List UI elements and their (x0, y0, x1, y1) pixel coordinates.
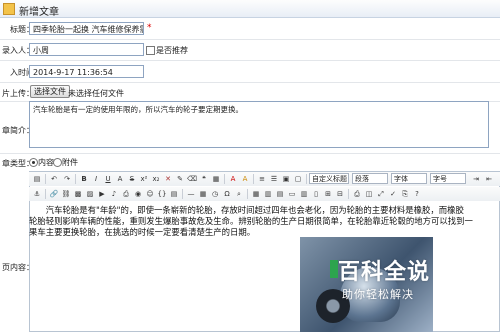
clear-doc-icon[interactable]: ▢ (293, 174, 303, 184)
bold-icon[interactable]: B (79, 174, 89, 184)
toolbar-separator (224, 174, 225, 184)
pasteplain-icon[interactable]: ▦ (211, 174, 221, 184)
font-family-dropdown[interactable]: 字体 (391, 173, 427, 184)
row-divider (0, 39, 500, 40)
music-icon[interactable]: ♪ (109, 189, 119, 199)
ordered-list-icon[interactable]: ≡ (257, 174, 267, 184)
watermark-logo: 百科全说 助你轻松解决 (330, 254, 480, 314)
editor-toolbar-row-1: ▤ ↶ ↷ B I U A S x² x₂ ✕ ✎ ⌫ ❝ ▦ A A ≡ ☰ … (29, 172, 500, 186)
video-icon[interactable]: ▶ (97, 189, 107, 199)
attachment-icon[interactable]: ⎙ (121, 189, 131, 199)
delete-row-icon[interactable]: ▭ (287, 189, 297, 199)
multi-image-icon[interactable]: ▨ (85, 189, 95, 199)
italic-icon[interactable]: I (91, 174, 101, 184)
map-icon[interactable]: ◉ (133, 189, 143, 199)
redo-icon[interactable]: ↷ (62, 174, 72, 184)
template-icon[interactable]: ▤ (169, 189, 179, 199)
image-label: 片上传： (2, 89, 34, 98)
recommend-label: 是否推荐 (156, 46, 188, 55)
content-line-2: 轮胎轻则影响车辆的性能，重则发生爆胎事故危及生命。辨别轮胎的生产日期很简单，在轮… (29, 216, 473, 226)
anchor-icon[interactable]: ⚓ (32, 189, 42, 199)
date-icon[interactable]: ▦ (198, 189, 208, 199)
undo-icon[interactable]: ↶ (49, 174, 59, 184)
watermark-badge-icon (330, 260, 338, 278)
time-input[interactable]: 2014-9-17 11:36:54 (29, 65, 144, 78)
window-titlebar: 新增文章 (0, 0, 500, 18)
row-divider (0, 60, 500, 61)
strikethrough-icon[interactable]: S (127, 174, 137, 184)
choose-file-button[interactable]: 选择文件 (30, 85, 70, 98)
type-attachment-label: 附件 (62, 158, 78, 167)
author-input[interactable]: 小周 (29, 43, 144, 56)
code-icon[interactable]: {} (157, 189, 167, 199)
content-line-1: 汽车轮胎是有"年龄"的，即使一条崭新的轮胎，存放时间超过四年也会老化，因为轮胎的… (45, 205, 464, 215)
remove-format-icon[interactable]: ✕ (163, 174, 173, 184)
spellcheck-icon[interactable]: ✓ (388, 189, 398, 199)
toolbar-separator (45, 189, 46, 199)
window-title: 新增文章 (19, 7, 59, 18)
required-mark: * (147, 23, 152, 33)
type-content-radio[interactable] (29, 158, 38, 167)
toolbar-separator (45, 174, 46, 184)
watermark-title: 百科全说 (338, 260, 431, 285)
drafts-icon[interactable]: ⎘ (400, 189, 410, 199)
format-painter-icon[interactable]: ✎ (175, 174, 185, 184)
no-file-label: 未选择任何文件 (68, 89, 124, 98)
blockquote-icon[interactable]: ❝ (199, 174, 209, 184)
help-icon[interactable]: ? (412, 189, 422, 199)
highlight-color-icon[interactable]: A (240, 174, 250, 184)
print-icon[interactable]: ⎙ (352, 189, 362, 199)
fullscreen-icon[interactable]: ⤢ (376, 189, 386, 199)
direction-ltr-icon[interactable]: ⇥ (471, 174, 481, 184)
unordered-list-icon[interactable]: ☰ (269, 174, 279, 184)
type-attachment-radio[interactable] (53, 158, 62, 167)
split-cells-icon[interactable]: ⊟ (335, 189, 345, 199)
toolbar-separator (75, 174, 76, 184)
toolbar-separator (348, 189, 349, 199)
emotion-icon[interactable]: ☺ (145, 189, 155, 199)
time-icon[interactable]: ◷ (210, 189, 220, 199)
editor-toolbar-row-2: ⚓ 🔗 ⛓ ▩ ▨ ▶ ♪ ⎙ ◉ ☺ {} ▤ — ▦ ◷ Ω ⌕ ▦ ▥ ▤… (29, 187, 500, 201)
type-content-label: 内容 (38, 158, 54, 167)
font-size-dropdown[interactable]: 字号 (430, 173, 466, 184)
preview-icon[interactable]: ◫ (364, 189, 374, 199)
title-input[interactable]: 四季轮胎一起换 汽车维修保养需知晓 (29, 22, 144, 35)
horizontal-rule-icon[interactable]: — (186, 189, 196, 199)
recommend-checkbox[interactable] (146, 46, 155, 55)
merge-cells-icon[interactable]: ⊞ (323, 189, 333, 199)
summary-textarea[interactable]: 汽车轮胎是有一定的使用年限的，所以汽车的轮子要定期更换。 (29, 101, 489, 148)
image-icon[interactable]: ▩ (73, 189, 83, 199)
superscript-icon[interactable]: x² (139, 174, 149, 184)
source-icon[interactable]: ▤ (32, 174, 42, 184)
direction-rtl-icon[interactable]: ⇤ (484, 174, 494, 184)
toolbar-separator (306, 174, 307, 184)
subscript-icon[interactable]: x₂ (151, 174, 161, 184)
insert-row-icon[interactable]: ▤ (275, 189, 285, 199)
delete-col-icon[interactable]: ▯ (311, 189, 321, 199)
select-all-icon[interactable]: ▣ (281, 174, 291, 184)
article-icon (3, 3, 15, 15)
auto-format-icon[interactable]: ⌫ (187, 174, 197, 184)
custom-style-dropdown[interactable]: 自定义标题 (309, 173, 349, 184)
unlink-icon[interactable]: ⛓ (61, 189, 71, 199)
font-color-icon[interactable]: A (228, 174, 238, 184)
delete-table-icon[interactable]: ▥ (263, 189, 273, 199)
insert-table-icon[interactable]: ▦ (251, 189, 261, 199)
toolbar-separator (182, 189, 183, 199)
search-replace-icon[interactable]: ⌕ (234, 189, 244, 199)
toolbar-separator (253, 174, 254, 184)
special-chars-icon[interactable]: Ω (222, 189, 232, 199)
paragraph-dropdown[interactable]: 段落 (352, 173, 388, 184)
font-border-icon[interactable]: A (115, 174, 125, 184)
watermark-subtitle: 助你轻松解决 (342, 288, 414, 301)
insert-col-icon[interactable]: ▥ (299, 189, 309, 199)
underline-icon[interactable]: U (103, 174, 113, 184)
link-icon[interactable]: 🔗 (49, 189, 59, 199)
toolbar-separator (247, 189, 248, 199)
row-divider (0, 82, 500, 83)
row-divider (0, 153, 500, 154)
